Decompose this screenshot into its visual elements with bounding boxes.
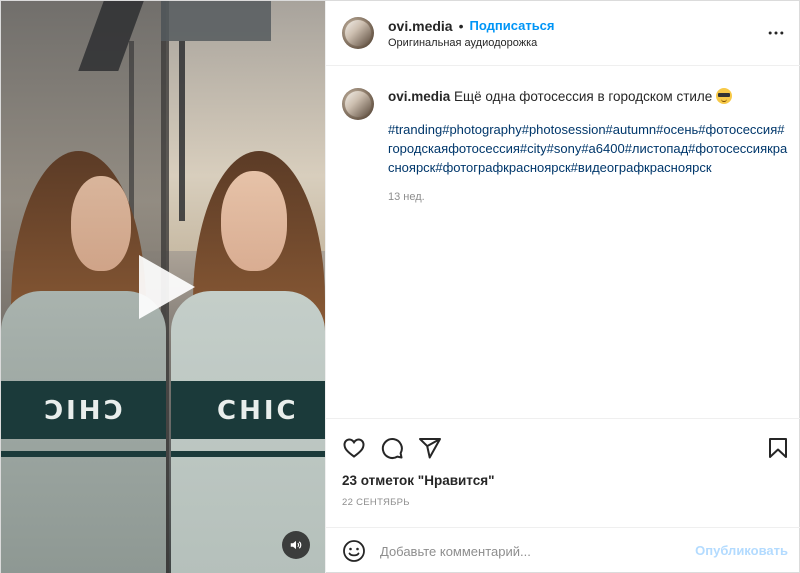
post-header: ovi.media • Подписаться Оригинальная ауд… <box>326 1 800 66</box>
more-horizontal-icon[interactable] <box>766 23 786 43</box>
send-icon[interactable] <box>418 436 442 460</box>
reflection-face <box>71 176 131 271</box>
action-bar <box>326 418 800 474</box>
post-date: 22 СЕНТЯБРЬ <box>342 497 410 508</box>
caption-username-link[interactable]: ovi.media <box>388 89 450 104</box>
post-time-ago: 13 нед. <box>388 191 425 203</box>
likes-count[interactable]: 23 отметок "Нравится" <box>342 473 495 488</box>
hashtags[interactable]: #tranding#photography#photosession#autum… <box>388 120 788 177</box>
post-details-panel: ovi.media • Подписаться Оригинальная ауд… <box>325 1 800 573</box>
header-text: ovi.media • Подписаться Оригинальная ауд… <box>388 18 555 49</box>
avatar[interactable] <box>342 17 374 49</box>
heart-icon[interactable] <box>342 436 366 460</box>
speaker-icon <box>290 540 302 550</box>
separator-dot: • <box>458 17 464 34</box>
comment-input[interactable] <box>380 543 670 559</box>
bookmark-icon[interactable] <box>766 436 790 460</box>
caption-text: Ещё одна фотосессия в городском стиле <box>454 89 713 104</box>
follow-button[interactable]: Подписаться <box>470 18 555 33</box>
header-top-line: ovi.media • Подписаться <box>388 18 555 34</box>
subject-sweater-text: CHIC <box>217 396 299 426</box>
reflection-sweater-text: CHIC <box>41 396 123 426</box>
sound-toggle-button[interactable] <box>282 531 310 559</box>
instagram-post-modal: CHIC CHIC ovi.media • Подписаться Оригин… <box>0 0 800 573</box>
caption-body: ovi.media Ещё одна фотосессия в городско… <box>388 88 788 203</box>
structure-pillar <box>179 41 185 221</box>
smiley-icon[interactable] <box>342 539 366 563</box>
play-icon[interactable] <box>133 251 199 323</box>
caption-avatar[interactable] <box>342 88 374 120</box>
caption-line: ovi.media Ещё одна фотосессия в городско… <box>388 88 788 106</box>
subject-face <box>221 171 287 271</box>
audio-link[interactable]: Оригинальная аудиодорожка <box>388 37 555 49</box>
comment-icon[interactable] <box>380 436 404 460</box>
post-video[interactable]: CHIC CHIC <box>1 1 325 573</box>
sunglasses-emoji-icon <box>716 88 733 104</box>
username-link[interactable]: ovi.media <box>388 18 453 34</box>
structure-beam <box>161 1 271 41</box>
caption: ovi.media Ещё одна фотосессия в городско… <box>326 66 800 203</box>
subject-stripe-thin <box>171 451 325 457</box>
structure-pillar <box>129 41 134 231</box>
comment-form: Опубликовать <box>326 527 800 573</box>
publish-button[interactable]: Опубликовать <box>695 543 788 558</box>
reflection-stripe-thin <box>1 451 166 457</box>
